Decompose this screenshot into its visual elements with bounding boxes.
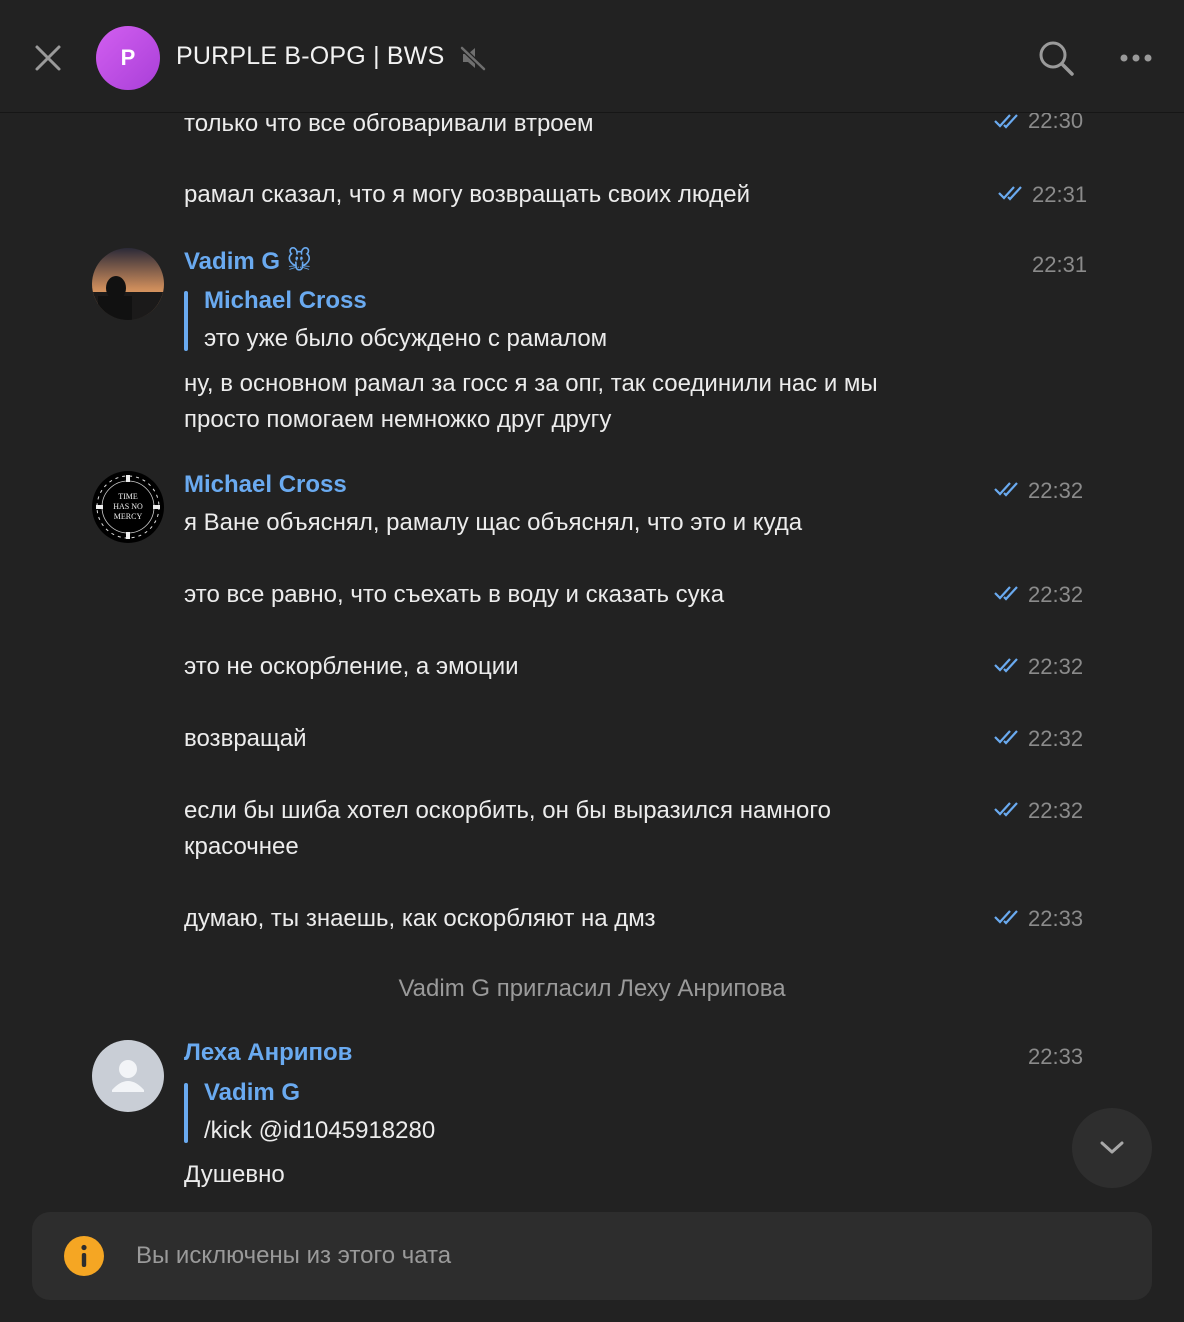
read-checkmarks-icon: [994, 802, 1018, 817]
read-checkmarks-icon: [994, 910, 1018, 925]
info-warning-icon: [64, 1236, 104, 1276]
chat-title[interactable]: PURPLE B-OPG | BWS: [176, 42, 444, 71]
message-text: возвращай: [184, 725, 307, 752]
read-checkmarks-icon: [994, 482, 1018, 497]
close-button[interactable]: [28, 38, 68, 78]
avatar-vadim[interactable]: [92, 248, 164, 320]
service-message: Vadim G пригласил Леху Анрипова: [398, 975, 786, 1002]
reply-quote-bar: [184, 291, 188, 351]
message-text-line: ну, в основном рамал за госс я за опг, т…: [184, 370, 878, 397]
read-checkmarks-icon: [994, 114, 1018, 129]
message-text: думаю, ты знаешь, как оскорбляют на дмз: [184, 905, 656, 932]
avatar-clock-text: TIME: [118, 492, 138, 501]
reply-quote-bar: [184, 1083, 188, 1143]
removed-from-chat-notice: Вы исключены из этого чата: [32, 1212, 1152, 1300]
reply-text[interactable]: /kick @id1045918280: [204, 1117, 435, 1145]
avatar-michael[interactable]: TIME HAS NO MERCY: [92, 471, 164, 543]
avatar-clock-text: MERCY: [114, 512, 143, 521]
search-button[interactable]: [1036, 38, 1076, 78]
message-time: 22:32: [1028, 582, 1084, 607]
message-text-line: просто помогаем немножко друг другу: [184, 406, 612, 433]
sender-name[interactable]: Vadim G 🐭: [184, 247, 312, 276]
message-list[interactable]: только что все обговаривали втроем 22:30…: [0, 113, 1184, 1213]
message-time: 22:33: [1028, 906, 1084, 931]
message-text-line: если бы шиба хотел оскорбить, он бы выра…: [184, 797, 831, 824]
more-options-button[interactable]: [1116, 44, 1156, 72]
sender-name[interactable]: Michael Cross: [184, 471, 347, 499]
message-text: это не оскорбление, а эмоции: [184, 653, 519, 680]
message-time: 22:31: [1032, 252, 1088, 277]
chat-header: P PURPLE B-OPG | BWS: [0, 0, 1184, 113]
read-checkmarks-icon: [994, 658, 1018, 673]
read-checkmarks-icon: [994, 730, 1018, 745]
message-time: 22:31: [1032, 182, 1088, 207]
chat-avatar-letter: P: [120, 45, 136, 70]
message-time: 22:33: [1028, 1044, 1084, 1069]
more-dots-icon: [1120, 54, 1152, 62]
search-icon: [1039, 41, 1074, 76]
user-placeholder-icon: [112, 1060, 144, 1092]
read-checkmarks-icon: [998, 186, 1022, 201]
avatar-clock-image: TIME HAS NO MERCY: [94, 473, 162, 541]
message-time: 22:30: [1028, 113, 1084, 133]
message-time: 22:32: [1028, 654, 1084, 679]
close-icon: [35, 45, 61, 71]
message-text: я Ване объяснял, рамалу щас объяснял, чт…: [184, 509, 803, 536]
avatar-clock-text: HAS NO: [113, 502, 143, 511]
reply-sender-name[interactable]: Michael Cross: [204, 287, 367, 315]
message-time: 22:32: [1028, 798, 1084, 823]
notice-text: Вы исключены из этого чата: [136, 1242, 452, 1269]
scroll-to-bottom-button[interactable]: [1072, 1108, 1152, 1188]
reply-sender-name[interactable]: Vadim G: [204, 1079, 300, 1107]
chevron-down-icon: [1100, 1141, 1124, 1154]
sender-name[interactable]: Леха Анрипов: [184, 1039, 352, 1067]
avatar-sunset-image: [92, 248, 164, 320]
message-time: 22:32: [1028, 478, 1084, 503]
message-text: это все равно, что съехать в воду и сказ…: [184, 581, 725, 608]
reply-text[interactable]: это уже было обсуждено с рамалом: [204, 325, 607, 353]
muted-icon: [460, 46, 486, 71]
message-text: только что все обговаривали втроем: [184, 113, 594, 137]
chat-avatar[interactable]: P: [96, 26, 160, 90]
message-text-line: красочнее: [184, 833, 299, 860]
message-text: рамал сказал, что я могу возвращать свои…: [184, 181, 751, 208]
avatar-leha[interactable]: [92, 1040, 164, 1112]
message-time: 22:32: [1028, 726, 1084, 751]
read-checkmarks-icon: [994, 586, 1018, 601]
message-text: Душевно: [184, 1161, 285, 1188]
